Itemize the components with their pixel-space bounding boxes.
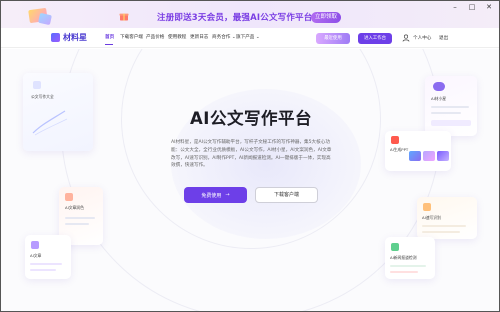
nav-item-1[interactable]: 下载客户端: [120, 34, 146, 40]
slide-thumbnail: [437, 151, 449, 161]
placeholder-line: [30, 269, 56, 271]
nav-item-3[interactable]: 使用教程: [168, 34, 190, 40]
user-center-link[interactable]: 个人中心: [413, 35, 431, 41]
placeholder-line: [390, 265, 426, 267]
logout-link[interactable]: 退出: [439, 35, 448, 41]
card-label: AI文章润色: [65, 205, 84, 210]
user-icon[interactable]: [402, 34, 410, 42]
promo-banner[interactable]: 注册即送3天会员，最强AI公文写作平台 立即领取: [1, 1, 499, 28]
close-icon[interactable]: ✕: [485, 3, 493, 11]
nav-item-4[interactable]: 更新日志: [190, 34, 212, 40]
ppt-icon: [391, 136, 399, 144]
arrow-right-icon: →: [225, 192, 230, 198]
placeholder-line: [390, 271, 418, 273]
active-tab-indicator: [105, 44, 113, 45]
placeholder-line: [431, 112, 461, 114]
top-nav: 材料星 首页 下载客户端 产品价格 使用教程 更新日志 商务合作 ⌄ 旗下产品 ⌄ 最近使用…: [1, 28, 499, 48]
placeholder-line: [422, 225, 466, 227]
enter-workspace-button[interactable]: 进入工作台: [358, 33, 392, 44]
card-label: 公文写作大全: [31, 94, 54, 99]
slide-thumbnail: [409, 151, 421, 161]
card-label: AI材小星: [431, 96, 447, 101]
assistant-icon: [433, 82, 445, 91]
placeholder-line: [65, 223, 89, 225]
free-use-button[interactable]: 免费使用 →: [184, 187, 247, 203]
decorative-ring: [61, 49, 441, 311]
download-client-button[interactable]: 下载客户端: [255, 187, 318, 203]
placeholder-line: [65, 217, 95, 219]
hero-section: AI公文写作平台 AI材料星，是AI公文写作辅助平台，写杆子文秘工作的写作神器，…: [1, 49, 499, 311]
nav-item-0[interactable]: 首页: [105, 34, 120, 40]
feature-card-ppt[interactable]: AI生成PPT: [385, 131, 451, 171]
news-check-icon: [391, 243, 399, 251]
banner-decoration-2: [38, 12, 52, 26]
card-label: AI生成PPT: [390, 147, 409, 152]
browser-window: – □ ✕ 注册即送3天会员，最强AI公文写作平台 立即领取 材料星 首页 下载客…: [0, 0, 500, 312]
placeholder-line: [422, 231, 460, 233]
placeholder-line: [30, 263, 62, 265]
gift-icon: [119, 13, 129, 21]
feature-card-recognition[interactable]: AI速写识别: [417, 197, 477, 239]
banner-text: 注册即送3天会员，最强AI公文写作平台: [157, 13, 313, 23]
free-use-label: 免费使用: [201, 192, 222, 199]
handwriting-icon: [32, 110, 68, 136]
feature-card-article[interactable]: AI文章: [25, 235, 71, 279]
document-icon: [33, 81, 41, 89]
window-controls: – □ ✕: [451, 3, 493, 11]
nav-menu: 首页 下载客户端 产品价格 使用教程 更新日志 商务合作 ⌄ 旗下产品 ⌄: [105, 34, 260, 40]
nav-item-5[interactable]: 商务合作 ⌄: [212, 34, 236, 40]
logo-text: 材料星: [63, 33, 87, 42]
card-label: AI文章: [30, 253, 42, 258]
feature-card-news-check[interactable]: AI新闻报道检测: [385, 237, 435, 279]
recognition-icon: [423, 203, 431, 211]
polish-icon: [65, 193, 73, 201]
feature-card-assistant[interactable]: AI材小星: [425, 76, 477, 136]
minimize-icon[interactable]: –: [451, 3, 459, 11]
placeholder-line: [431, 106, 469, 108]
card-label: AI新闻报道检测: [390, 255, 417, 260]
card-label: AI速写识别: [422, 215, 441, 220]
logo[interactable]: 材料星: [51, 32, 87, 43]
claim-button[interactable]: 立即领取: [311, 12, 341, 23]
recent-button[interactable]: 最近使用: [316, 33, 350, 44]
maximize-icon[interactable]: □: [468, 3, 476, 11]
nav-item-6[interactable]: 旗下产品 ⌄: [236, 34, 260, 40]
feature-card-document-library[interactable]: 公文写作大全: [23, 73, 93, 151]
nav-item-2[interactable]: 产品价格: [146, 34, 168, 40]
logo-icon: [51, 33, 60, 42]
slide-thumbnail: [423, 151, 435, 161]
input-placeholder: [431, 120, 471, 126]
hero-description: AI材料星，是AI公文写作辅助平台，写杆子文秘工作的写作神器，集5大核心功能：公…: [171, 140, 332, 169]
article-icon: [31, 241, 39, 249]
